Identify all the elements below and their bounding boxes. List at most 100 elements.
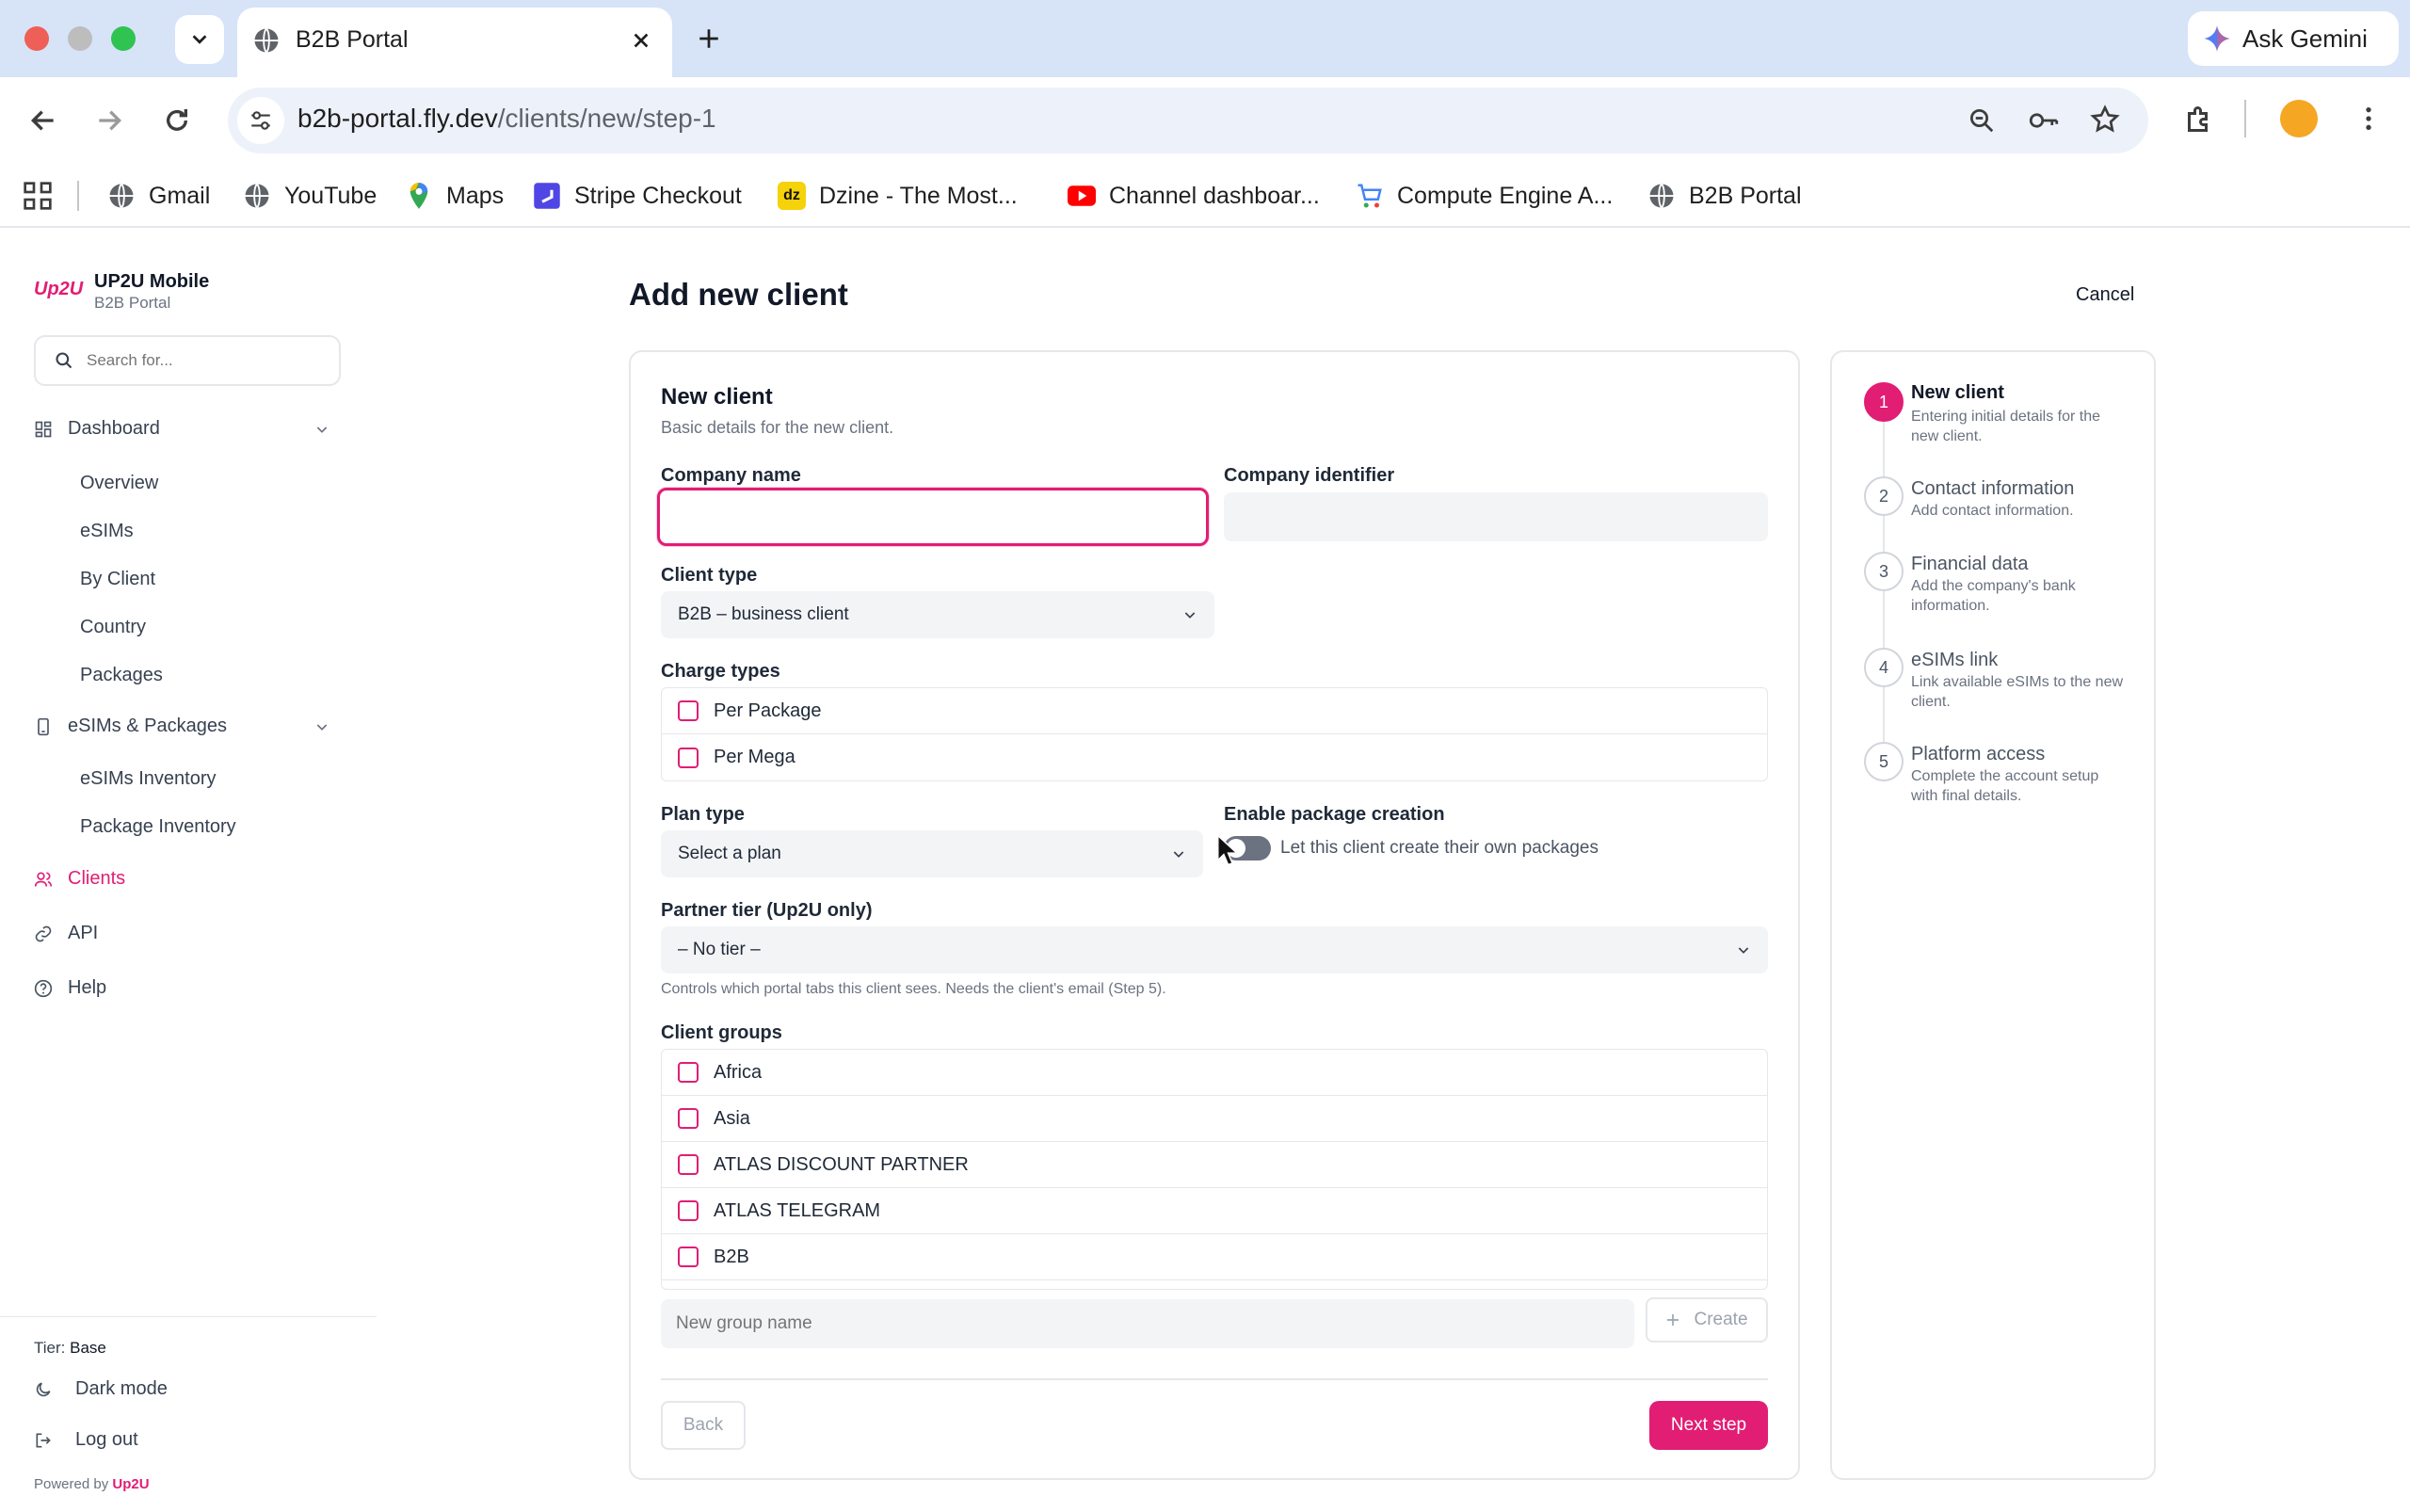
more-menu-icon[interactable] (2354, 104, 2384, 134)
new-tab-icon[interactable] (697, 26, 721, 51)
cancel-button[interactable]: Cancel (2076, 284, 2134, 306)
ask-gemini-button[interactable]: Ask Gemini (2188, 11, 2399, 66)
client-group-asia[interactable]: Asia (661, 1096, 1768, 1142)
url-text[interactable]: b2b-portal.fly.dev/clients/new/step-1 (297, 104, 716, 134)
chevron-down-icon (316, 426, 328, 433)
bookmark-youtube[interactable]: YouTube (243, 177, 377, 215)
new-group-name-input[interactable] (661, 1299, 1634, 1348)
powered-by: Powered by Up2U (34, 1476, 150, 1492)
brand-name: UP2U Mobile (94, 271, 210, 292)
nav-api[interactable]: API (34, 923, 98, 944)
plan-type-select[interactable]: Select a plan (661, 830, 1203, 877)
form-divider (661, 1378, 1768, 1380)
nav-clients[interactable]: Clients (34, 868, 125, 890)
bookmark-stripe-checkout[interactable]: Stripe Checkout (533, 177, 742, 215)
enable-package-description: Let this client create their own package… (1280, 838, 1599, 858)
back-button[interactable]: Back (661, 1401, 746, 1450)
step-1-indicator: 1 (1864, 382, 1904, 422)
company-identifier-input[interactable] (1224, 492, 1768, 541)
checkbox[interactable] (678, 700, 699, 721)
extensions-puzzle-icon[interactable] (2182, 104, 2216, 137)
charge-types-label: Charge types (661, 661, 780, 682)
search-box[interactable] (34, 335, 341, 386)
charge-type-per-mega[interactable]: Per Mega (661, 734, 1768, 780)
bookmark-dzine[interactable]: dz Dzine - The Most... (778, 177, 1018, 215)
browser-tab-active[interactable]: B2B Portal (237, 8, 672, 77)
charge-type-per-package[interactable]: Per Package (661, 688, 1768, 734)
bookmark-gmail[interactable]: Gmail (107, 177, 210, 215)
step-5-indicator: 5 (1864, 742, 1904, 781)
nav-esims-packages[interactable]: eSIMs & Packages (34, 716, 329, 737)
client-type-select[interactable]: B2B – business client (661, 591, 1214, 638)
address-bar[interactable]: b2b-portal.fly.dev/clients/new/step-1 (228, 88, 2148, 153)
create-group-button[interactable]: Create (1646, 1297, 1768, 1343)
apps-grid-icon[interactable] (23, 181, 53, 211)
plus-icon (1667, 1314, 1679, 1326)
checkbox[interactable] (678, 1247, 699, 1267)
nav-packages[interactable]: Packages (80, 665, 163, 686)
minimize-window-button[interactable] (68, 26, 92, 51)
browser-tab-strip: B2B Portal Ask Gemini (0, 0, 2410, 77)
section-description: Basic details for the new client. (661, 418, 894, 437)
client-group-atlas-telegram[interactable]: ATLAS TELEGRAM (661, 1188, 1768, 1234)
close-window-button[interactable] (24, 26, 49, 51)
close-tab-icon[interactable] (631, 30, 651, 51)
chevron-down-icon (1738, 947, 1749, 954)
tab-search-button[interactable] (175, 15, 224, 64)
tier-indicator: Tier: Base (34, 1339, 106, 1357)
client-groups-label: Client groups (661, 1022, 782, 1043)
site-info-button[interactable] (237, 97, 284, 144)
bookmark-maps[interactable]: Maps (405, 177, 504, 215)
nav-esims[interactable]: eSIMs (80, 521, 134, 542)
maximize-window-button[interactable] (111, 26, 136, 51)
checkbox[interactable] (678, 1154, 699, 1175)
client-group-b2b[interactable]: B2B (661, 1234, 1768, 1280)
dzine-logo-icon: dz (778, 182, 806, 210)
password-key-icon[interactable] (2028, 106, 2060, 135)
chevron-down-icon (316, 723, 328, 731)
bookmark-b2b-portal[interactable]: B2B Portal (1647, 177, 1802, 215)
checkbox[interactable] (678, 1108, 699, 1129)
bookmark-compute-engine[interactable]: Compute Engine A... (1356, 177, 1613, 215)
globe-icon (245, 183, 269, 209)
company-name-input[interactable] (657, 488, 1209, 546)
dark-mode-toggle[interactable]: Dark mode (34, 1378, 168, 1400)
forward-arrow-icon[interactable] (94, 105, 124, 136)
step-4-indicator: 4 (1864, 648, 1904, 687)
checkbox[interactable] (678, 1062, 699, 1083)
log-out-button[interactable]: Log out (34, 1429, 138, 1451)
reload-icon[interactable] (162, 105, 192, 136)
client-group-atlas-discount-partner[interactable]: ATLAS DISCOUNT PARTNER (661, 1142, 1768, 1188)
bookmark-star-icon[interactable] (2090, 105, 2120, 135)
checkbox[interactable] (678, 1200, 699, 1221)
nav-help[interactable]: Help (34, 977, 106, 999)
mouse-cursor-icon (1216, 834, 1237, 866)
checkbox[interactable] (678, 747, 699, 768)
next-step-button[interactable]: Next step (1649, 1401, 1768, 1450)
nav-by-client[interactable]: By Client (80, 569, 155, 590)
back-arrow-icon[interactable] (28, 105, 58, 136)
globe-icon (254, 27, 279, 54)
enable-package-creation-label: Enable package creation (1224, 804, 1445, 825)
nav-dashboard[interactable]: Dashboard (34, 418, 329, 440)
url-path: /clients/new/step-1 (497, 104, 716, 133)
bookmarks-divider (77, 181, 79, 211)
sim-card-icon (38, 717, 49, 735)
help-circle-icon (34, 979, 53, 997)
partner-tier-select[interactable]: – No tier – (661, 926, 1768, 973)
chevron-down-icon (192, 35, 207, 44)
nav-country[interactable]: Country (80, 617, 146, 638)
nav-overview[interactable]: Overview (80, 473, 158, 494)
search-input[interactable] (87, 351, 322, 370)
profile-avatar[interactable] (2280, 100, 2318, 137)
zoom-icon[interactable] (1968, 106, 1996, 135)
nav-esims-inventory[interactable]: eSIMs Inventory (80, 768, 217, 790)
step-2-title: Contact information (1911, 478, 2075, 499)
step-1-description: Entering initial details for the new cli… (1911, 409, 2100, 444)
url-host: b2b-portal.fly.dev (297, 104, 498, 133)
client-group-africa[interactable]: Africa (661, 1050, 1768, 1096)
nav-package-inventory[interactable]: Package Inventory (80, 816, 236, 838)
globe-icon (1649, 183, 1674, 209)
step-1-title: New client (1911, 382, 2004, 403)
bookmark-channel-dashboard[interactable]: Channel dashboar... (1068, 177, 1320, 215)
